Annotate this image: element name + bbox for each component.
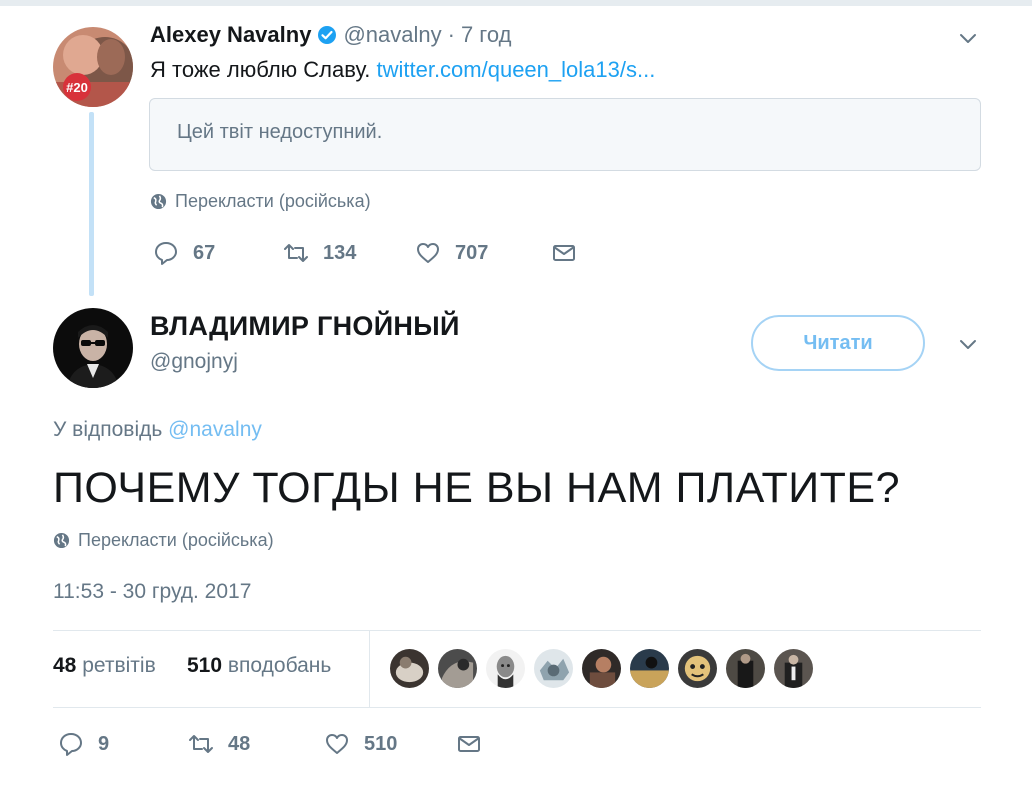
avatar-gnojnyj[interactable]	[53, 308, 133, 388]
like-stat[interactable]: 510 вподобань	[187, 654, 331, 678]
unavailable-message: Цей твіт недоступний.	[177, 121, 383, 143]
tweet1-text: Я тоже люблю Славу. twitter.com/queen_lo…	[150, 57, 655, 83]
translate-label: Перекласти (російська)	[175, 191, 371, 211]
retweet-button[interactable]: 48	[188, 731, 324, 757]
author-handle-2[interactable]: @gnojnyj	[150, 350, 238, 374]
follow-button[interactable]: Читати	[751, 315, 925, 371]
like-count: 707	[455, 241, 489, 264]
retweet-stat-count: 48	[53, 654, 77, 677]
message-icon	[458, 736, 480, 752]
liker-avatar[interactable]	[726, 649, 765, 688]
tweet2-text: ПОЧЕМУ ТОГДЫ НЕ ВЫ НАМ ПЛАТИТЕ?	[53, 464, 901, 512]
reply-button[interactable]: 67	[153, 240, 283, 266]
liker-avatar[interactable]	[678, 649, 717, 688]
thread-line	[89, 112, 94, 296]
tweet1-header: Alexey Navalny @navalny · 7 год	[150, 21, 511, 49]
avatar-navalny[interactable]: #20	[53, 27, 133, 107]
separator-dot: ·	[447, 22, 455, 47]
chevron-down-icon[interactable]	[957, 27, 979, 49]
retweet-count: 134	[323, 241, 357, 264]
liker-avatar[interactable]	[582, 649, 621, 688]
globe-icon	[53, 532, 70, 549]
stats-divider-top	[53, 630, 981, 631]
reply-mention[interactable]: @navalny	[168, 418, 262, 441]
like-stat-label: вподобань	[227, 654, 332, 677]
chevron-down-icon[interactable]	[957, 333, 979, 355]
quoted-tweet-unavailable: Цей твіт недоступний.	[149, 98, 981, 171]
liker-avatar[interactable]	[486, 649, 525, 688]
author-name-2[interactable]: ВЛАДИМИР ГНОЙНЫЙ	[150, 311, 460, 342]
tweet-link[interactable]: twitter.com/queen_lola13/s...	[376, 57, 655, 82]
translate-link[interactable]: Перекласти (російська)	[150, 191, 371, 212]
retweet-button[interactable]: 134	[283, 240, 415, 266]
tweet-timestamp[interactable]: 11:53 - 30 груд. 2017	[53, 580, 251, 604]
like-icon	[326, 734, 348, 754]
message-icon	[553, 245, 575, 261]
avatar-badge: #20	[66, 80, 88, 95]
like-stat-count: 510	[187, 654, 223, 677]
like-count: 510	[364, 732, 398, 755]
reply-prefix: У відповідь	[53, 418, 163, 441]
retweet-icon	[189, 735, 213, 753]
like-icon	[417, 243, 439, 263]
liker-avatar[interactable]	[534, 649, 573, 688]
top-divider	[0, 0, 1032, 6]
retweet-stat-label: ретвітів	[82, 654, 156, 677]
like-button[interactable]: 707	[415, 240, 551, 266]
retweet-icon	[284, 244, 308, 262]
liker-avatars	[390, 649, 813, 688]
tweet-body: Я тоже люблю Славу.	[150, 57, 371, 82]
translate-link-2[interactable]: Перекласти (російська)	[53, 530, 274, 551]
liker-avatar[interactable]	[438, 649, 477, 688]
message-button[interactable]	[551, 240, 577, 266]
reply-context: У відповідь @navalny	[53, 418, 262, 442]
reply-count: 67	[193, 241, 216, 264]
stats-separator	[369, 631, 370, 707]
reply-count: 9	[98, 732, 110, 755]
retweet-stat[interactable]: 48 ретвітів	[53, 654, 156, 678]
retweet-count: 48	[228, 732, 251, 755]
reply-icon	[60, 733, 82, 756]
tweet2-actions: 9 48 510	[58, 731, 482, 757]
reply-icon	[155, 242, 177, 265]
globe-icon	[150, 193, 167, 210]
message-button[interactable]	[456, 731, 482, 757]
liker-avatar[interactable]	[390, 649, 429, 688]
like-button[interactable]: 510	[324, 731, 456, 757]
author-handle[interactable]: @navalny	[343, 22, 441, 48]
reply-button[interactable]: 9	[58, 731, 188, 757]
tweet-time[interactable]: 7 год	[461, 22, 511, 48]
tweet1-actions: 67 134 707	[153, 240, 577, 266]
stats-divider-bottom	[53, 707, 981, 708]
liker-avatar[interactable]	[630, 649, 669, 688]
author-name[interactable]: Alexey Navalny	[150, 22, 311, 48]
liker-avatar[interactable]	[774, 649, 813, 688]
verified-icon	[317, 25, 337, 45]
translate-label-2: Перекласти (російська)	[78, 530, 274, 550]
